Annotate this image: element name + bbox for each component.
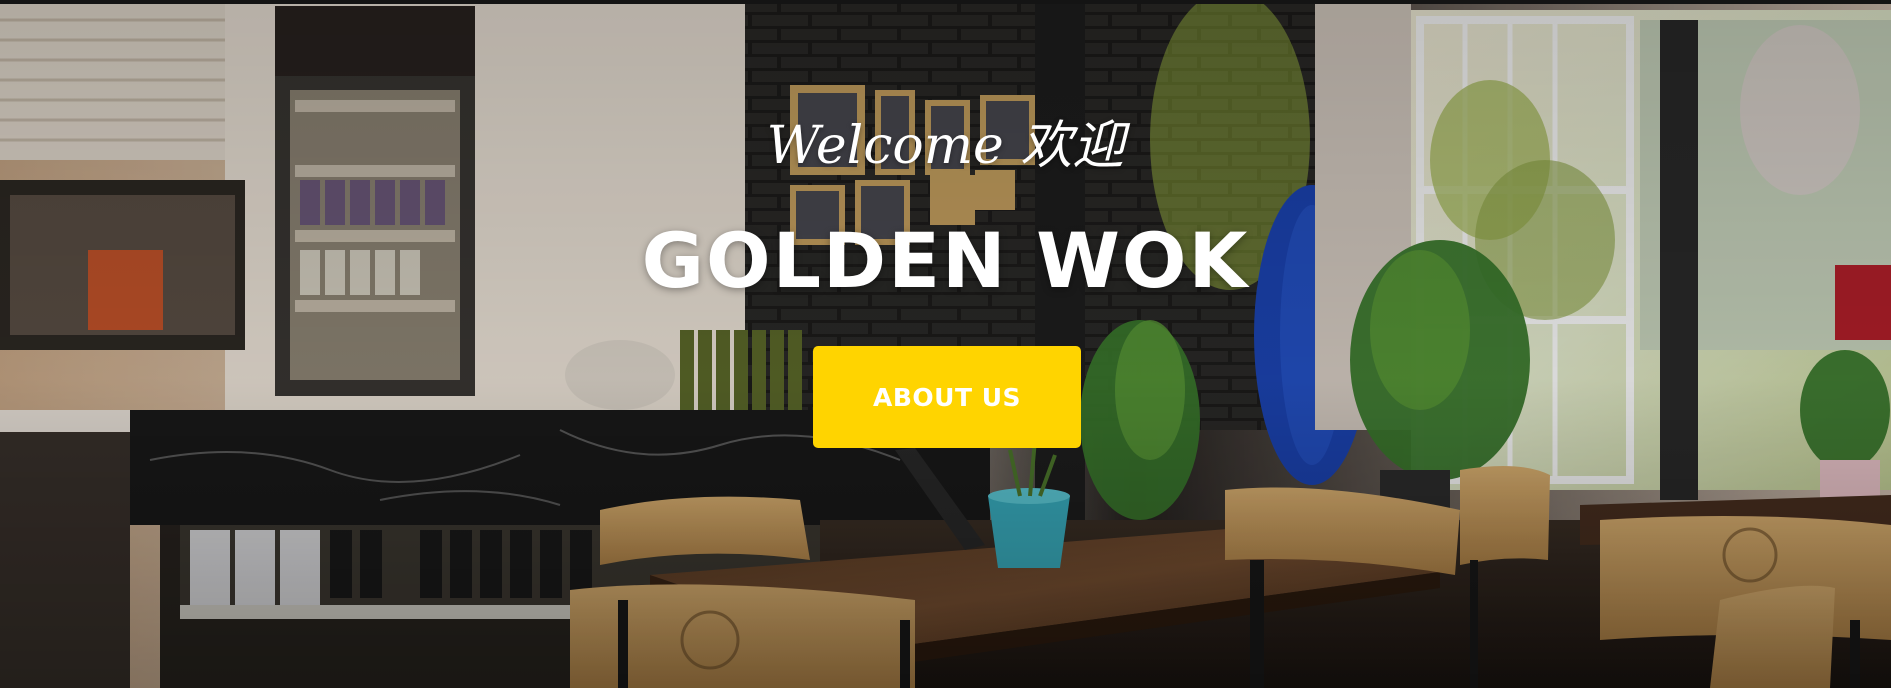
hero-content: Welcome 欢迎 GOLDEN WOK ABOUT US [0,0,1891,688]
about-us-button[interactable]: ABOUT US [813,346,1081,448]
welcome-heading: Welcome 欢迎 [766,116,1125,176]
restaurant-title: GOLDEN WOK [641,216,1250,305]
hero-section: Welcome 欢迎 GOLDEN WOK ABOUT US [0,0,1891,688]
